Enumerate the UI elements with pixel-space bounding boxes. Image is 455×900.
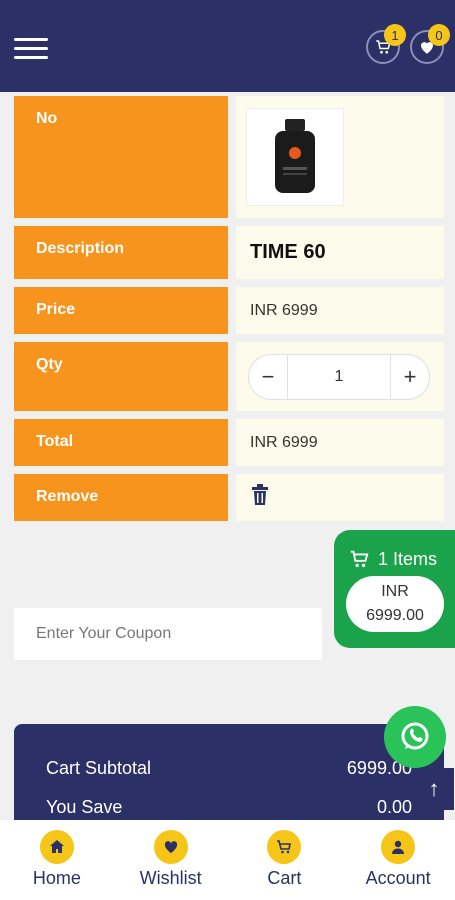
subtotal-label: Cart Subtotal	[46, 758, 152, 778]
trash-icon[interactable]	[250, 484, 270, 511]
floating-cart-price: INR 6999.00	[346, 576, 444, 632]
nav-cart-label: Cart	[267, 868, 302, 888]
you-save-row: You Save 0.00	[46, 797, 412, 818]
cart-totals: Cart Subtotal 6999.00 You Save 0.00	[14, 724, 444, 834]
floating-cart-items: 1 Items	[378, 548, 438, 569]
home-icon	[39, 830, 74, 864]
product-bottle-image	[275, 119, 315, 193]
you-save-value: 0.00	[376, 797, 412, 817]
header-wishlist-button[interactable]: 0	[410, 24, 450, 64]
user-icon	[381, 830, 416, 864]
qty-label: Qty	[14, 342, 228, 411]
product-image[interactable]	[246, 108, 344, 206]
table-row: Price INR 6999	[14, 287, 444, 334]
description-value-cell: TIME 60	[236, 226, 444, 279]
remove-label: Remove	[14, 474, 228, 521]
nav-wishlist[interactable]: Wishlist	[114, 820, 228, 900]
qty-decrement-button[interactable]: −	[249, 355, 287, 399]
floating-cart-currency: INR	[381, 583, 409, 600]
cart-table: No Description TIME 60 Price INR 6999 Qt…	[14, 96, 444, 529]
floating-cart-header: 1 Items	[334, 530, 455, 570]
product-image-cell	[236, 96, 444, 218]
table-row: Remove	[14, 474, 444, 521]
whatsapp-icon	[401, 722, 429, 750]
bottom-navigation: Home Wishlist Cart Account	[0, 820, 455, 900]
product-title[interactable]: TIME 60	[250, 241, 326, 264]
app-header: 1 0	[0, 0, 455, 92]
heart-icon	[153, 830, 188, 864]
nav-home-label: Home	[32, 868, 81, 888]
scroll-to-top-button[interactable]: ↑	[414, 768, 454, 810]
coupon-input[interactable]	[14, 608, 322, 660]
cart-icon	[267, 830, 302, 864]
floating-cart-amount: 6999.00	[366, 607, 424, 624]
cart-count-badge: 1	[384, 24, 406, 46]
floating-cart-summary[interactable]: 1 Items INR 6999.00	[334, 530, 455, 648]
remove-cell	[236, 474, 444, 521]
table-row: Qty − 1 +	[14, 342, 444, 411]
total-label: Total	[14, 419, 228, 466]
cart-icon	[350, 550, 369, 568]
nav-wishlist-label: Wishlist	[139, 868, 202, 888]
arrow-up-icon: ↑	[428, 776, 440, 801]
qty-input[interactable]: 1	[287, 354, 391, 399]
description-label: Description	[14, 226, 228, 279]
header-cart-button[interactable]: 1	[366, 24, 406, 64]
total-value: INR 6999	[236, 419, 444, 466]
whatsapp-button[interactable]	[384, 706, 446, 768]
nav-home[interactable]: Home	[0, 820, 114, 900]
table-row: No	[14, 96, 444, 218]
no-label: No	[14, 96, 228, 218]
qty-cell: − 1 +	[236, 342, 444, 411]
menu-icon[interactable]	[14, 38, 48, 62]
quantity-stepper: − 1 +	[248, 353, 430, 400]
you-save-label: You Save	[46, 797, 123, 817]
table-row: Description TIME 60	[14, 226, 444, 279]
nav-account[interactable]: Account	[341, 820, 455, 900]
nav-account-label: Account	[365, 868, 431, 888]
price-label: Price	[14, 287, 228, 334]
table-row: Total INR 6999	[14, 419, 444, 466]
wishlist-count-badge: 0	[428, 24, 450, 46]
nav-cart[interactable]: Cart	[228, 820, 342, 900]
subtotal-row: Cart Subtotal 6999.00	[46, 758, 412, 779]
price-value: INR 6999	[236, 287, 444, 334]
qty-increment-button[interactable]: +	[391, 355, 429, 399]
